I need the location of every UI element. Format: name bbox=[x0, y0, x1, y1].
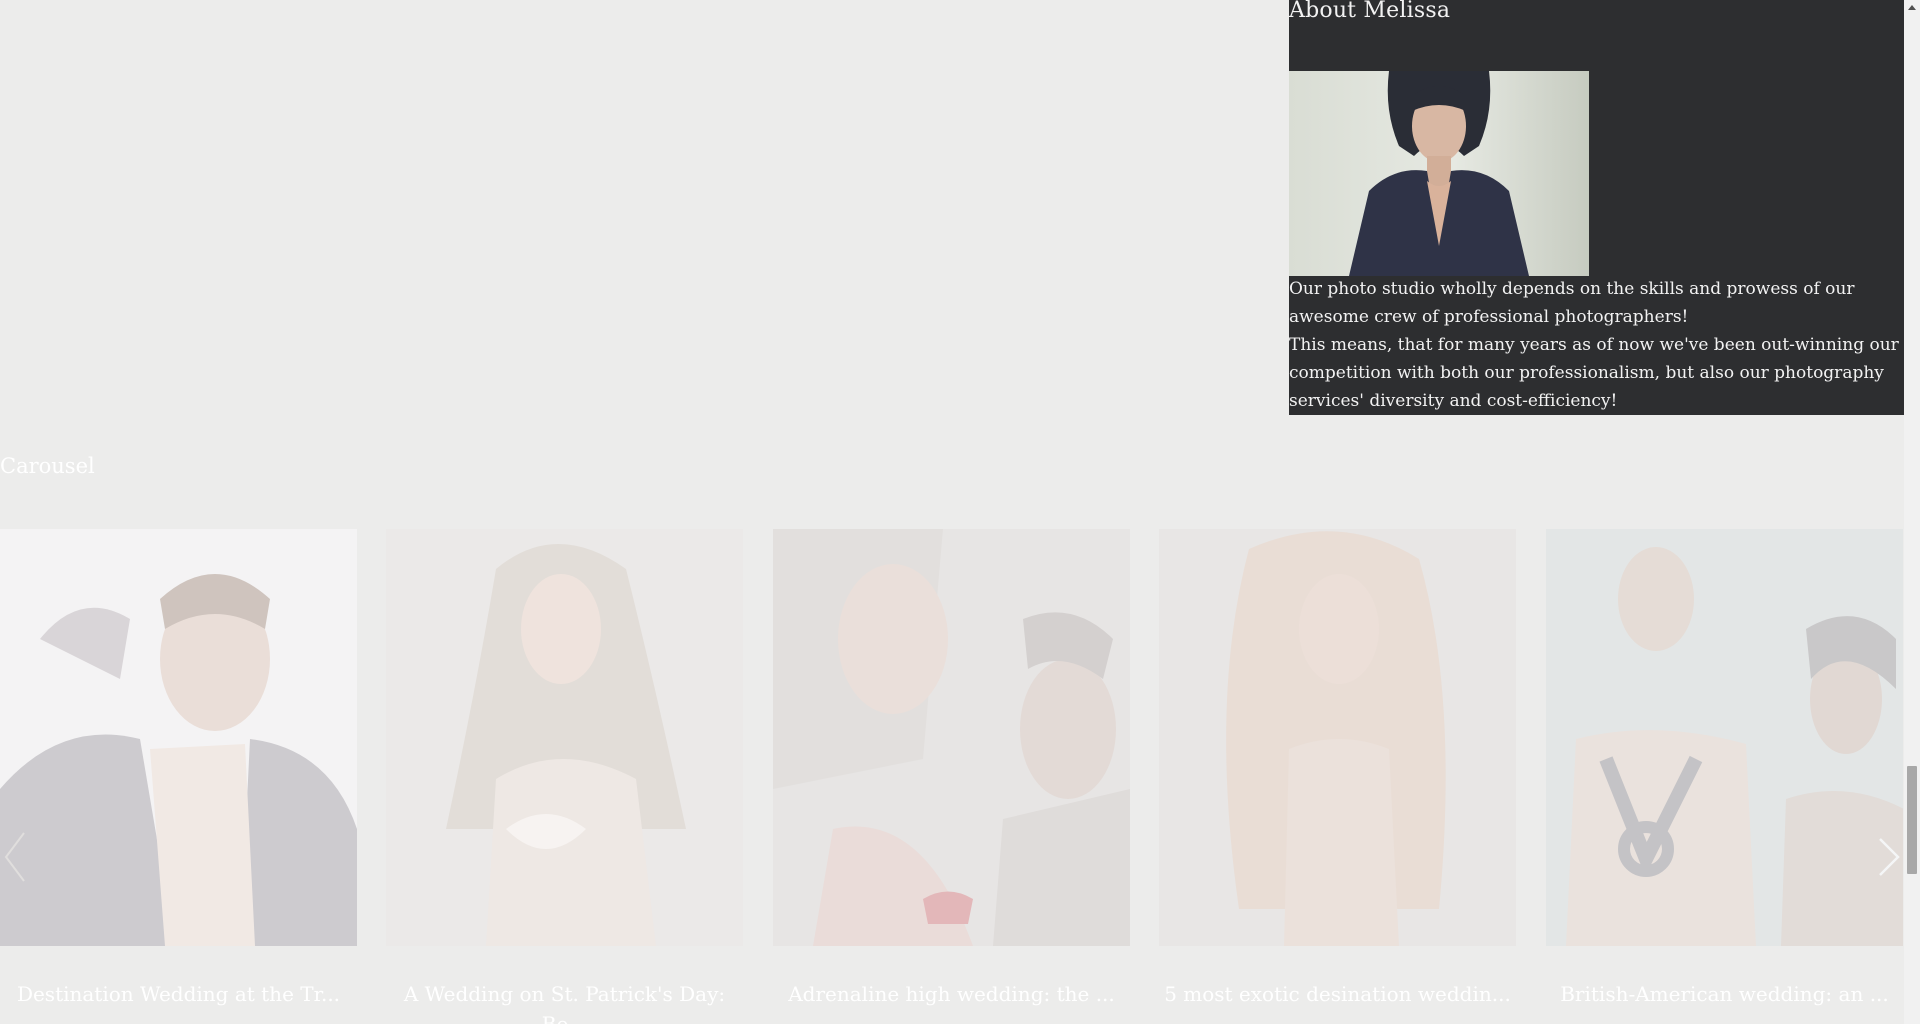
slide-caption-1[interactable]: Destination Wedding at the Tr... bbox=[0, 979, 357, 1009]
carousel-slide-4[interactable]: 5 most exotic desination weddin... bbox=[1159, 529, 1516, 1024]
about-paragraph-2: This means, that for many years as of no… bbox=[1289, 335, 1899, 411]
carousel: Destination Wedding at the Tr... A Weddi… bbox=[0, 529, 1904, 1024]
about-widget: About Melissa Our photo studio wholly de… bbox=[1289, 0, 1904, 415]
carousel-next-button[interactable] bbox=[1874, 829, 1904, 885]
chevron-right-icon bbox=[1879, 838, 1900, 876]
carousel-slide-2[interactable]: A Wedding on St. Patrick's Day: Bo... bbox=[386, 529, 743, 1024]
slide-caption-5[interactable]: British-American wedding: an ... bbox=[1546, 979, 1903, 1009]
slide-image-3[interactable] bbox=[773, 529, 1130, 946]
slide-image-1[interactable] bbox=[0, 529, 357, 946]
about-photo bbox=[1289, 71, 1589, 276]
carousel-slide-3[interactable]: Adrenaline high wedding: the ... bbox=[773, 529, 1130, 1024]
about-paragraph-1: Our photo studio wholly depends on the s… bbox=[1289, 279, 1855, 327]
about-text: Our photo studio wholly depends on the s… bbox=[1289, 275, 1904, 415]
scroll-up-button[interactable] bbox=[1904, 0, 1920, 16]
page-scrollbar[interactable] bbox=[1904, 0, 1920, 1024]
slide-caption-4[interactable]: 5 most exotic desination weddin... bbox=[1159, 979, 1516, 1009]
slide-image-4[interactable] bbox=[1159, 529, 1516, 946]
carousel-slide-1[interactable]: Destination Wedding at the Tr... bbox=[0, 529, 357, 1024]
slide-caption-3[interactable]: Adrenaline high wedding: the ... bbox=[773, 979, 1130, 1009]
about-title: About Melissa bbox=[1289, 0, 1451, 23]
slide-caption-2[interactable]: A Wedding on St. Patrick's Day: Bo... bbox=[386, 979, 743, 1024]
slide-image-2[interactable] bbox=[386, 529, 743, 946]
chevron-left-icon bbox=[4, 832, 25, 882]
portrait-image bbox=[1349, 71, 1529, 276]
scrollbar-thumb[interactable] bbox=[1907, 766, 1917, 874]
arrow-up-icon bbox=[1908, 5, 1916, 10]
slide-image-5[interactable] bbox=[1546, 529, 1903, 946]
carousel-title: Carousel bbox=[0, 454, 95, 478]
carousel-prev-button[interactable] bbox=[0, 829, 30, 885]
carousel-slide-5[interactable]: British-American wedding: an ... bbox=[1546, 529, 1903, 1024]
